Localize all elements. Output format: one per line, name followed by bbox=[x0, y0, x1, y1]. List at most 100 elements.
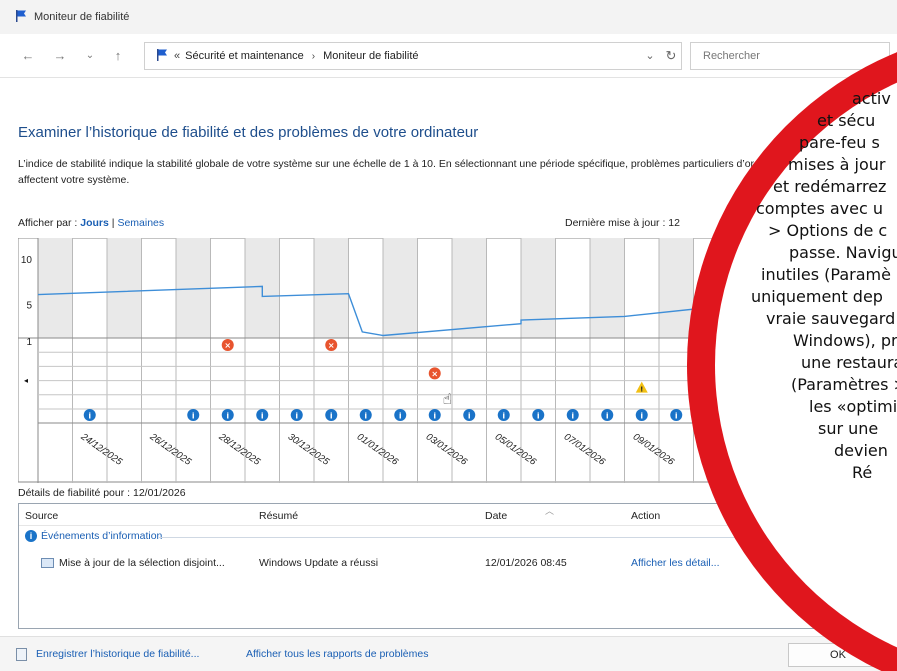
details-title: Détails de fiabilité pour : 12/01/2026 bbox=[18, 487, 186, 499]
overlay-line: activ bbox=[852, 89, 891, 108]
column-date[interactable]: Date bbox=[485, 510, 507, 522]
row-action-link[interactable]: Afficher les détail... bbox=[631, 557, 720, 569]
view-by: Afficher par : Jours | Semaines bbox=[18, 217, 164, 229]
breadcrumb-security[interactable]: Sécurité et maintenance bbox=[185, 50, 304, 62]
overlay-line: comptes avec u bbox=[756, 199, 884, 218]
day-column-shade bbox=[38, 238, 73, 338]
group-label: Événements d’information bbox=[41, 530, 163, 542]
refresh-icon[interactable]: ↻ bbox=[660, 42, 682, 70]
info-event-mark: i bbox=[261, 411, 264, 420]
ok-button[interactable]: OK bbox=[788, 643, 888, 667]
overlay-line: devien bbox=[834, 441, 888, 460]
address-bar: ← → ⌄ ↑ « Sécurité et maintenance › Moni… bbox=[0, 34, 897, 78]
details-header: Source Résumé Date Action ︿ bbox=[19, 504, 896, 526]
sort-caret-icon: ︿ bbox=[545, 506, 555, 516]
page-title: Examiner l’historique de fiabilité et de… bbox=[18, 124, 479, 141]
info-icon: i bbox=[25, 530, 37, 542]
day-column-shade bbox=[659, 238, 694, 338]
group-information-events[interactable]: i Événements d’information bbox=[25, 530, 162, 542]
address-dropdown-icon[interactable]: ⌄ bbox=[640, 42, 660, 70]
overlay-line: Ré bbox=[852, 463, 873, 482]
info-event-mark: i bbox=[468, 411, 471, 420]
info-event-mark: i bbox=[675, 411, 678, 420]
info-event-mark: i bbox=[295, 411, 298, 420]
critical-event-mark: × bbox=[224, 341, 231, 350]
view-separator: | bbox=[111, 217, 115, 229]
row-source: Mise à jour de la sélection disjoint... bbox=[59, 557, 225, 569]
group-divider bbox=[159, 537, 879, 538]
info-event-mark: i bbox=[778, 411, 781, 420]
back-arrow-icon[interactable]: ← bbox=[18, 46, 38, 66]
info-event-mark: i bbox=[226, 411, 229, 420]
overlay-line: une restaura bbox=[801, 353, 897, 372]
address-box[interactable]: « Sécurité et maintenance › Moniteur de … bbox=[144, 42, 682, 70]
overlay-line: et sécu bbox=[817, 111, 876, 130]
page-description: L’indice de stabilité indique la stabili… bbox=[18, 158, 877, 186]
warning-event-mark: ! bbox=[640, 386, 643, 394]
day-column-shade bbox=[314, 238, 349, 338]
info-event-mark: i bbox=[502, 411, 505, 420]
save-history-icon bbox=[16, 648, 27, 661]
overlay-line: mises à jour bbox=[788, 155, 886, 174]
day-column-shade bbox=[521, 238, 556, 338]
day-column-shade bbox=[590, 238, 625, 338]
info-event-mark: i bbox=[640, 411, 643, 420]
overlay-line: vraie sauvegard bbox=[766, 309, 896, 328]
critical-event-mark: × bbox=[328, 341, 335, 350]
overlay-line: et redémarrez bbox=[773, 177, 887, 196]
y-tick-label: 1 bbox=[26, 337, 32, 348]
location-flag-icon bbox=[155, 48, 169, 65]
breadcrumb-chevron-icon: › bbox=[311, 50, 316, 62]
save-history-link[interactable]: Enregistrer l’historique de fiabilité... bbox=[36, 648, 199, 660]
recent-dropdown-icon[interactable]: ⌄ bbox=[80, 46, 100, 66]
view-weeks-link[interactable]: Semaines bbox=[117, 217, 164, 229]
overlay-line: sur une bbox=[818, 419, 879, 438]
last-update: Dernière mise à jour : 12 bbox=[565, 217, 680, 229]
reliability-flag-icon bbox=[14, 9, 28, 26]
all-reports-link[interactable]: Afficher tous les rapports de problèmes bbox=[246, 648, 428, 660]
overlay-line: inutiles (Paramè bbox=[761, 265, 891, 284]
day-column-shade bbox=[383, 238, 418, 338]
info-event-mark: i bbox=[88, 411, 91, 420]
overlay-line: les «optimis bbox=[809, 397, 897, 416]
footer-bar: Enregistrer l’historique de fiabilité...… bbox=[0, 636, 897, 671]
forward-arrow-icon[interactable]: → bbox=[50, 46, 70, 66]
info-event-mark: i bbox=[192, 411, 195, 420]
day-column-shade bbox=[452, 238, 487, 338]
address-prefix: « bbox=[174, 50, 181, 62]
title-bar: Moniteur de fiabilité bbox=[0, 0, 897, 34]
info-event-mark: i bbox=[709, 411, 712, 420]
day-column-shade bbox=[107, 238, 142, 338]
overlay-line: Windows), pro bbox=[793, 331, 897, 350]
critical-event-mark: × bbox=[707, 341, 714, 350]
up-arrow-icon[interactable]: ↑ bbox=[108, 46, 128, 66]
scroll-left-icon[interactable]: ◂ bbox=[24, 376, 28, 385]
info-event-mark: i bbox=[571, 411, 574, 420]
info-event-mark: i bbox=[537, 411, 540, 420]
table-row[interactable]: Mise à jour de la sélection disjoint... … bbox=[19, 552, 896, 574]
search-input[interactable]: Rechercher bbox=[690, 42, 890, 70]
row-date: 12/01/2026 08:45 bbox=[485, 557, 567, 569]
window-title: Moniteur de fiabilité bbox=[34, 11, 130, 23]
overlay-line: > Options de c bbox=[768, 221, 888, 240]
y-tick-label: 10 bbox=[21, 255, 33, 266]
info-event-mark: i bbox=[744, 411, 747, 420]
info-event-mark: i bbox=[433, 411, 436, 420]
y-tick-label: 5 bbox=[26, 301, 32, 312]
info-event-mark: i bbox=[606, 411, 609, 420]
view-days-link[interactable]: Jours bbox=[80, 217, 109, 229]
details-table: Source Résumé Date Action ︿ i Événements… bbox=[18, 503, 897, 629]
critical-event-mark: × bbox=[431, 370, 438, 379]
info-event-mark: i bbox=[330, 411, 333, 420]
info-event-mark: i bbox=[399, 411, 402, 420]
column-summary[interactable]: Résumé bbox=[259, 510, 298, 522]
view-by-label: Afficher par : bbox=[18, 217, 78, 229]
row-summary: Windows Update a réussi bbox=[259, 557, 379, 569]
column-source[interactable]: Source bbox=[25, 510, 58, 522]
hand-cursor-icon: ☝ bbox=[443, 390, 452, 408]
column-action[interactable]: Action bbox=[631, 510, 660, 522]
breadcrumb-reliability[interactable]: Moniteur de fiabilité bbox=[323, 50, 418, 62]
overlay-line: pare-feu s bbox=[799, 133, 880, 152]
overlay-line: passe. Navigu bbox=[789, 243, 897, 262]
update-icon bbox=[41, 558, 54, 568]
